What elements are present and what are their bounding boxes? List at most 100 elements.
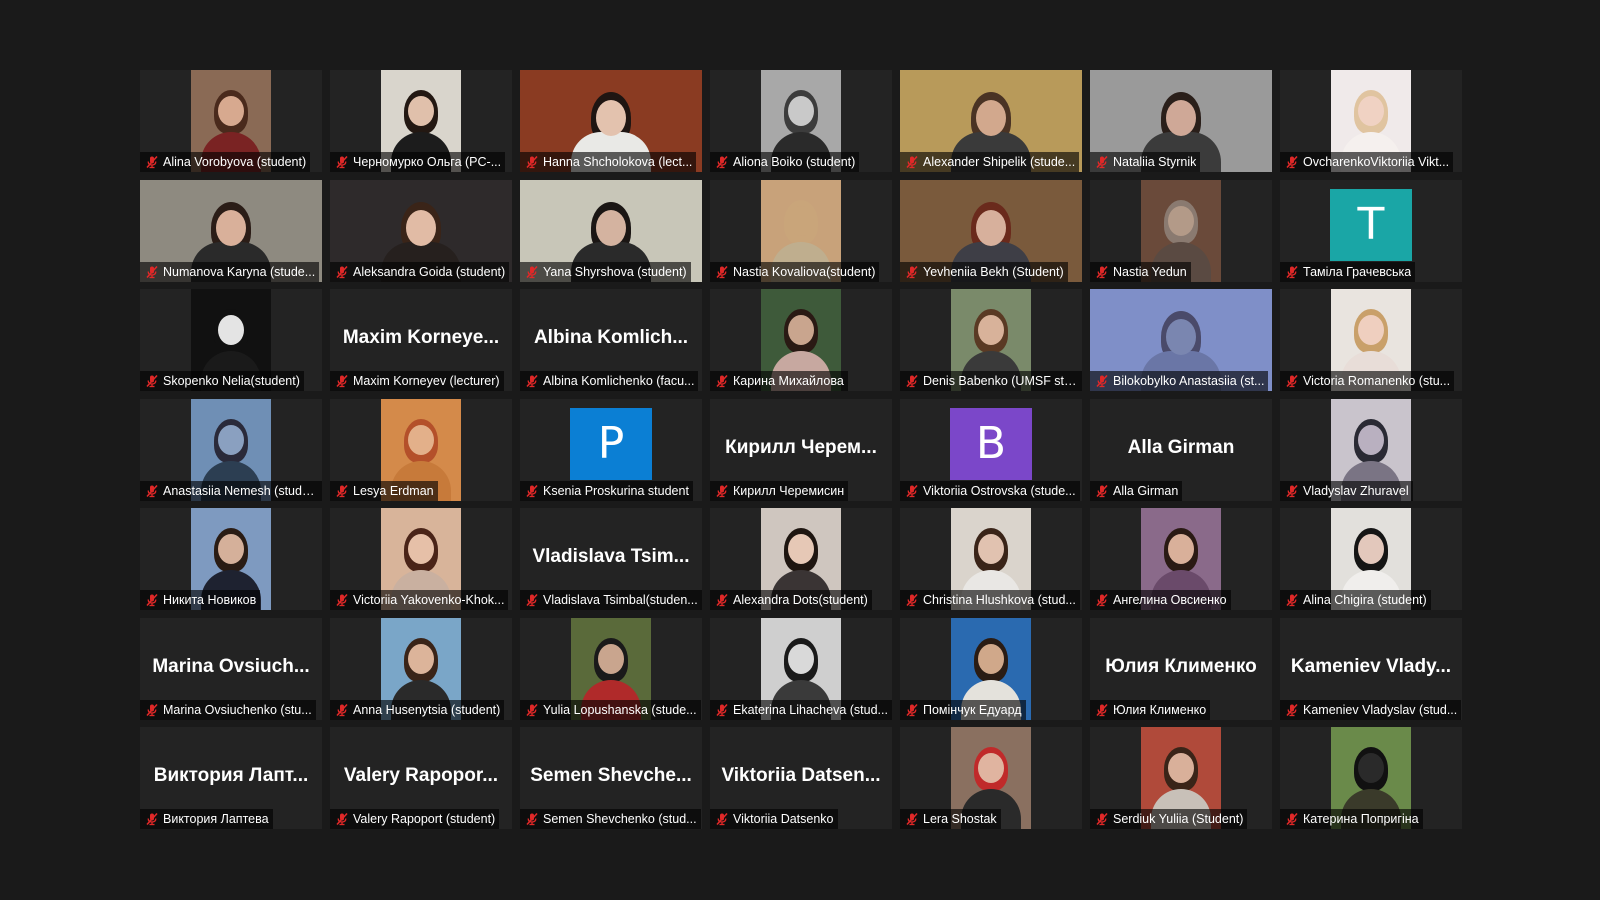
participant-tile[interactable]: Victoria Romanenko (stu... <box>1280 289 1462 391</box>
participant-tile[interactable]: T Тамiла Грачевська <box>1280 179 1462 282</box>
mic-muted-icon <box>335 265 349 279</box>
mic-muted-icon <box>145 593 159 607</box>
participant-tile[interactable]: Юлия Клименко Юлия Клименко <box>1090 617 1272 720</box>
participant-tile[interactable]: Nastia Kovaliova(student) <box>710 179 892 282</box>
participant-tile[interactable]: Lera Shostak <box>900 727 1082 829</box>
name-label: Lesya Erdman <box>330 480 438 501</box>
name-label: Victoria Romanenko (stu... <box>1280 371 1455 391</box>
participant-tile[interactable]: Yulia Lopushanska (stude... <box>520 617 702 720</box>
participant-tile[interactable]: Vladislava Tsim... Vladislava Tsimbal(stu… <box>520 508 702 610</box>
participant-tile[interactable]: Alexandra Dots(student) <box>710 508 892 610</box>
participant-name: Катерина Попригіна <box>1303 812 1419 826</box>
participant-name: Maxim Korneyev (lecturer) <box>353 374 500 388</box>
participant-tile[interactable]: P Ksenia Proskurina student <box>520 398 702 501</box>
mic-muted-icon <box>525 593 539 607</box>
participant-tile[interactable]: Aliona Boiko (student) <box>710 70 892 172</box>
participant-name: Ekaterina Lihacheva (stud... <box>733 702 888 717</box>
participant-tile[interactable]: B Viktoriia Ostrovska (stude... <box>900 398 1082 501</box>
participant-tile[interactable]: Kameniev Vlady... Kameniev Vladyslav (stu… <box>1280 617 1462 720</box>
participant-name: Черномурко Ольга (PC-... <box>353 155 502 169</box>
participant-name: Кирилл Черемисин <box>733 483 845 498</box>
participant-tile[interactable]: Черномурко Ольга (PC-... <box>330 70 512 172</box>
participant-tile[interactable]: Yana Shyrshova (student) <box>520 179 702 282</box>
participant-name: Виктория Лаптева <box>163 812 269 826</box>
participant-tile[interactable]: Alla Girman Alla Girman <box>1090 398 1272 501</box>
participant-tile[interactable]: Serdiuk Yuliia (Student) <box>1090 727 1272 829</box>
participant-tile[interactable]: Numanova Karyna (stude... <box>140 179 322 282</box>
name-label: Skopenko Nelia(student) <box>140 371 304 391</box>
participant-tile[interactable]: Maxim Korneye... Maxim Korneyev (lecturer… <box>330 289 512 391</box>
participant-tile[interactable]: Victoriia Yakovenko-Khok... <box>330 508 512 610</box>
participant-tile[interactable]: Albina Komlich... Albina Komlichenko (fac… <box>520 289 702 391</box>
participant-tile[interactable]: Карина Михайлова <box>710 289 892 391</box>
participant-name: Semen Shevchenko (stud... <box>543 812 697 826</box>
participant-tile[interactable]: Катерина Попригіна <box>1280 727 1462 829</box>
name-label: Yana Shyrshova (student) <box>520 261 691 282</box>
participant-tile[interactable]: OvcharenkoViktoriia Vikt... <box>1280 70 1462 172</box>
participant-tile[interactable]: Hanna Shcholokova (lect... <box>520 70 702 172</box>
mic-muted-icon <box>145 812 159 826</box>
participant-tile[interactable]: Anastasiia Nemesh (stude... <box>140 398 322 501</box>
participant-tile[interactable]: Помінчук Едуард <box>900 617 1082 720</box>
participant-display-name: Кирилл Черем... <box>725 436 877 458</box>
name-label: Yulia Lopushanska (stude... <box>520 699 701 720</box>
name-label: Albina Komlichenko (facu... <box>520 371 699 391</box>
participant-display-name: Valery Rapopor... <box>343 765 499 786</box>
mic-muted-icon <box>905 374 919 388</box>
participant-name: Yana Shyrshova (student) <box>543 264 687 279</box>
participant-tile[interactable]: Bilokobylko Anastasiia (st... <box>1090 289 1272 391</box>
participant-tile[interactable]: Aleksandra Goida (student) <box>330 179 512 282</box>
avatar: T <box>1330 188 1412 261</box>
name-label: Viktoriia Datsenko <box>710 809 838 829</box>
participant-tile[interactable]: Alina Vorobyova (student) <box>140 70 322 172</box>
participant-tile[interactable]: Кирилл Черем... Кирилл Черемисин <box>710 398 892 501</box>
participant-tile[interactable]: Nastia Yedun <box>1090 179 1272 282</box>
participant-name: Карина Михайлова <box>733 374 844 388</box>
name-label: Lera Shostak <box>900 809 1001 829</box>
name-label: Alla Girman <box>1090 480 1183 501</box>
mic-muted-icon <box>525 155 539 169</box>
participant-tile[interactable]: Valery Rapopor... Valery Rapoport (studen… <box>330 727 512 829</box>
participant-tile[interactable]: Skopenko Nelia(student) <box>140 289 322 391</box>
mic-muted-icon <box>715 374 729 388</box>
mic-muted-icon <box>715 265 729 279</box>
mic-muted-icon <box>525 703 539 717</box>
participant-name: Ангелина Овсиенко <box>1113 593 1227 607</box>
participant-tile[interactable]: Alexander Shipelik (stude... <box>900 70 1082 172</box>
participant-tile[interactable]: Nataliia Styrnik <box>1090 70 1272 172</box>
name-label: Yevheniia Bekh (Student) <box>900 261 1068 282</box>
participant-tile[interactable]: Виктория Лапт... Виктория Лаптева <box>140 727 322 829</box>
participant-name: Alina Chigira (student) <box>1303 593 1427 607</box>
participant-tile[interactable]: Anna Husenytsia (student) <box>330 617 512 720</box>
participant-tile[interactable]: Denis Babenko (UMSF stu... <box>900 289 1082 391</box>
participant-grid: Alina Vorobyova (student) Черномурко Ольг… <box>140 70 1462 829</box>
participant-name: Viktoriia Ostrovska (stude... <box>923 483 1076 498</box>
participant-tile[interactable]: Viktoriia Datsen... Viktoriia Datsenko <box>710 727 892 829</box>
name-label: OvcharenkoViktoriia Vikt... <box>1280 152 1454 172</box>
mic-muted-icon <box>1095 374 1109 388</box>
mic-muted-icon <box>1285 703 1299 717</box>
participant-tile[interactable]: Alina Chigira (student) <box>1280 508 1462 610</box>
name-label: Numanova Karyna (stude... <box>140 261 320 282</box>
mic-muted-icon <box>1285 374 1299 388</box>
participant-name: Bilokobylko Anastasiia (st... <box>1113 374 1265 388</box>
participant-tile[interactable]: Vladyslav Zhuravel <box>1280 398 1462 501</box>
participant-name: OvcharenkoViktoriia Vikt... <box>1303 155 1450 169</box>
participant-tile[interactable]: Ангелина Овсиенко <box>1090 508 1272 610</box>
mic-muted-icon <box>715 812 729 826</box>
participant-name: Yevheniia Bekh (Student) <box>923 264 1064 279</box>
participant-tile[interactable]: Semen Shevche... Semen Shevchenko (stud..… <box>520 727 702 829</box>
mic-muted-icon <box>1285 484 1299 498</box>
participant-tile[interactable]: Christina Hlushkova (stud... <box>900 508 1082 610</box>
participant-name: Denis Babenko (UMSF stu... <box>923 374 1078 388</box>
participant-name: Anastasiia Nemesh (stude... <box>163 483 318 498</box>
mic-muted-icon <box>1095 265 1109 279</box>
participant-tile[interactable]: Marina Ovsiuch... Marina Ovsiuchenko (stu… <box>140 617 322 720</box>
participant-tile[interactable]: Никита Новиков <box>140 508 322 610</box>
mic-muted-icon <box>1095 593 1109 607</box>
name-label: Nastia Kovaliova(student) <box>710 261 880 282</box>
participant-tile[interactable]: Lesya Erdman <box>330 398 512 501</box>
participant-tile[interactable]: Yevheniia Bekh (Student) <box>900 179 1082 282</box>
participant-tile[interactable]: Ekaterina Lihacheva (stud... <box>710 617 892 720</box>
participant-name: Alexander Shipelik (stude... <box>923 155 1076 169</box>
